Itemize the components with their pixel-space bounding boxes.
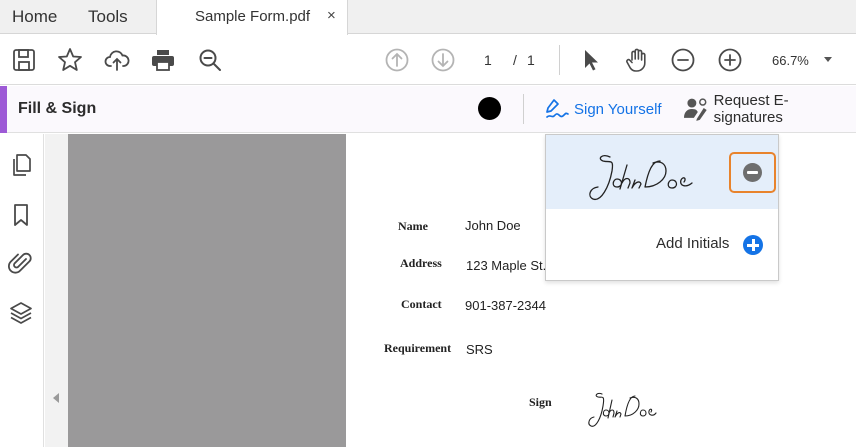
zoom-in-icon[interactable] bbox=[717, 47, 743, 73]
sign-yourself-button[interactable]: Sign Yourself bbox=[544, 95, 662, 123]
color-picker-button[interactable] bbox=[478, 97, 501, 120]
tab-document-label: Sample Form.pdf bbox=[195, 8, 311, 25]
hand-icon[interactable] bbox=[624, 47, 650, 73]
zoom-level-select[interactable]: 66.7% bbox=[772, 53, 809, 68]
save-icon[interactable] bbox=[11, 47, 37, 73]
placed-signature[interactable] bbox=[585, 386, 669, 432]
print-icon[interactable] bbox=[150, 47, 176, 73]
pages-icon[interactable] bbox=[8, 152, 34, 178]
fill-sign-divider bbox=[523, 94, 524, 124]
tab-document[interactable]: Sample Form.pdf × bbox=[156, 0, 348, 35]
attachment-icon[interactable] bbox=[8, 250, 34, 276]
field-label-address: Address bbox=[400, 256, 442, 270]
fill-sign-toolbar: Fill & Sign Sign Yourself Request E-sign… bbox=[0, 86, 856, 133]
sign-yourself-label: Sign Yourself bbox=[574, 100, 662, 118]
toolbar-divider bbox=[559, 45, 560, 75]
close-tab-icon[interactable]: × bbox=[327, 7, 336, 24]
tab-tools[interactable]: Tools bbox=[88, 7, 128, 27]
field-label-sign: Sign bbox=[529, 395, 552, 409]
tab-home[interactable]: Home bbox=[12, 7, 57, 27]
request-signature-icon bbox=[683, 98, 707, 121]
current-page-field[interactable]: 1 bbox=[484, 52, 492, 68]
upload-cloud-icon[interactable] bbox=[104, 47, 130, 73]
field-value-requirement[interactable]: SRS bbox=[466, 342, 493, 357]
left-nav-pane bbox=[0, 134, 44, 447]
field-value-address[interactable]: 123 Maple St. bbox=[466, 258, 546, 273]
saved-signature-preview bbox=[589, 155, 693, 200]
pen-sign-icon bbox=[546, 99, 569, 118]
add-initials-label[interactable]: Add Initials bbox=[656, 235, 729, 252]
page-separator: / bbox=[513, 52, 517, 68]
request-esignatures-button[interactable]: Request E-signatures bbox=[683, 92, 856, 126]
signature-menu-popup: Add Initials bbox=[545, 134, 779, 281]
bookmark-star-icon[interactable] bbox=[57, 47, 83, 73]
collapse-pane-icon[interactable] bbox=[53, 393, 59, 403]
total-pages: 1 bbox=[527, 52, 535, 68]
tab-bar: Home Tools Sample Form.pdf × bbox=[0, 0, 856, 35]
minus-circle-icon bbox=[743, 163, 762, 182]
field-value-name[interactable]: John Doe bbox=[465, 218, 521, 233]
document-canvas-background bbox=[68, 134, 346, 447]
main-toolbar: 1 / 1 66.7% bbox=[0, 35, 856, 85]
layers-icon[interactable] bbox=[8, 300, 34, 326]
page-down-icon[interactable] bbox=[430, 47, 456, 73]
field-label-name: Name bbox=[398, 219, 428, 233]
bookmark-icon[interactable] bbox=[8, 202, 34, 228]
field-label-requirement: Requirement bbox=[384, 341, 452, 355]
search-zoom-icon[interactable] bbox=[197, 47, 223, 73]
chevron-down-icon[interactable] bbox=[824, 57, 832, 62]
plus-circle-icon[interactable] bbox=[743, 235, 763, 255]
request-esignatures-label: Request E-signatures bbox=[713, 92, 789, 126]
field-value-contact[interactable]: 901-387-2344 bbox=[465, 298, 546, 313]
zoom-out-icon[interactable] bbox=[670, 47, 696, 73]
fill-sign-title: Fill & Sign bbox=[18, 100, 97, 117]
remove-signature-button[interactable] bbox=[729, 152, 776, 193]
field-label-contact: Contact bbox=[401, 297, 442, 311]
page-up-icon[interactable] bbox=[384, 47, 410, 73]
select-arrow-icon[interactable] bbox=[578, 47, 604, 73]
tool-accent-bar bbox=[0, 86, 7, 133]
saved-signature-item[interactable] bbox=[546, 135, 778, 209]
